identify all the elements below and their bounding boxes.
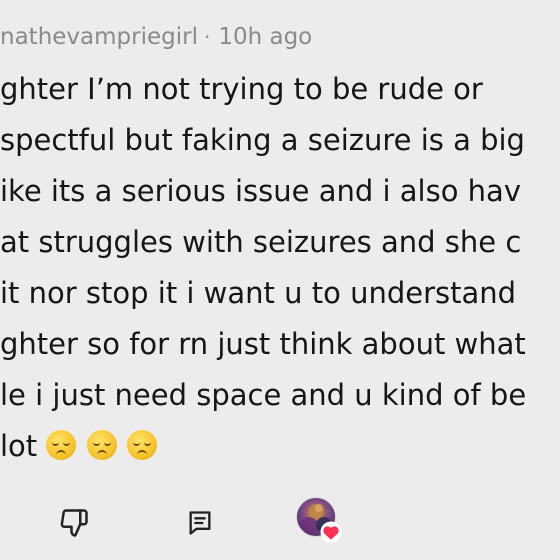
header-separator: · (203, 25, 211, 49)
emoji-group (46, 429, 157, 463)
comment-line: ghter I’m not trying to be rude or (0, 72, 483, 106)
comment-last-line: lot (0, 421, 560, 472)
reply-comment-icon (189, 511, 211, 535)
comment-line: lot (0, 429, 38, 463)
comment-line: ghter so for rn just think about what (0, 327, 526, 361)
timestamp: 10h ago (218, 24, 313, 50)
comment-line: at struggles with seizures and she c (0, 225, 522, 259)
pensive-face-icon (126, 430, 157, 460)
thumbs-down-icon (60, 509, 88, 537)
comment-line: spectful but faking a seizure is a big (0, 123, 525, 157)
pensive-face-icon (86, 430, 117, 460)
comment-line: le i just need space and u kind of be (0, 378, 527, 412)
comment-header: nathevampriegirl · 10h ago (0, 20, 312, 54)
comment-text: ghter I’m not trying to be rude or spect… (0, 64, 560, 472)
reply-button[interactable] (180, 503, 220, 543)
creator-liked-indicator[interactable] (296, 497, 348, 547)
dislike-button[interactable] (54, 503, 94, 543)
heart-icon (320, 521, 342, 543)
comment-line: ike its a serious issue and i also hav (0, 174, 521, 208)
comment-actions (0, 495, 560, 549)
comment-line: it nor stop it i want u to understand (0, 276, 517, 310)
pensive-face-icon (46, 430, 77, 460)
username[interactable]: nathevampriegirl (0, 24, 198, 50)
comment-screen: nathevampriegirl · 10h ago ghter I’m not… (0, 0, 560, 560)
